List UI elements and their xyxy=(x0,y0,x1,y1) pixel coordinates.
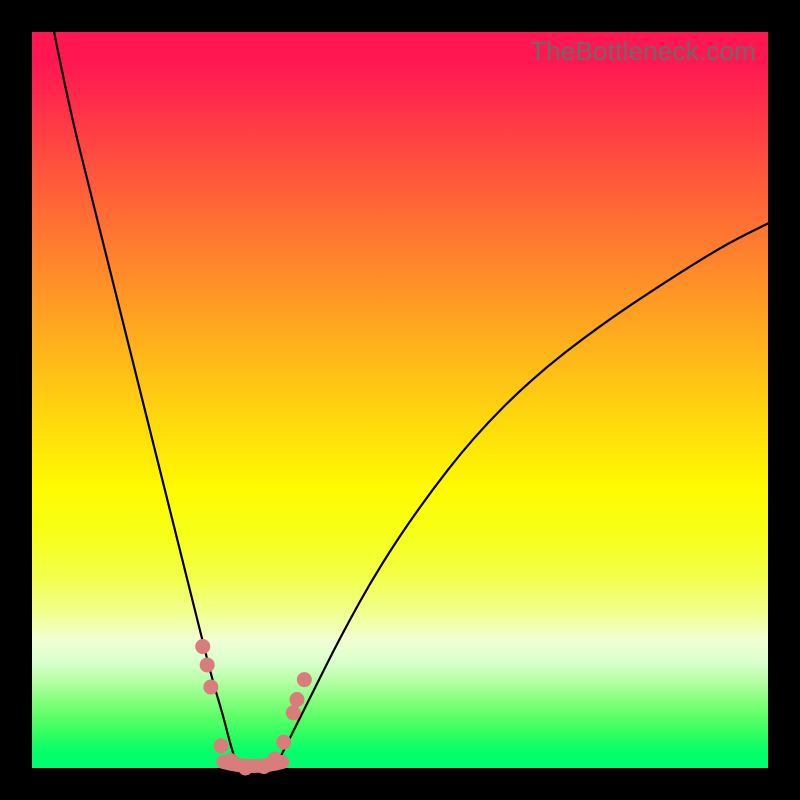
highlight-dot xyxy=(200,657,215,672)
chart-plot-area: TheBottleneck.com xyxy=(32,32,768,768)
highlight-dot xyxy=(289,692,304,707)
highlight-dot xyxy=(286,705,301,720)
highlight-dot xyxy=(223,753,238,768)
highlight-dot xyxy=(214,738,229,753)
right-curve-line xyxy=(275,223,768,768)
highlight-dot xyxy=(195,639,210,654)
highlight-dot xyxy=(238,761,253,776)
chart-svg xyxy=(32,32,768,768)
highlight-dot xyxy=(203,680,218,695)
highlight-dots-group xyxy=(195,639,312,775)
highlight-dot xyxy=(267,752,282,767)
left-curve-line xyxy=(54,32,238,768)
chart-frame: TheBottleneck.com xyxy=(0,0,800,800)
highlight-dot xyxy=(276,735,291,750)
highlight-dot xyxy=(297,672,312,687)
